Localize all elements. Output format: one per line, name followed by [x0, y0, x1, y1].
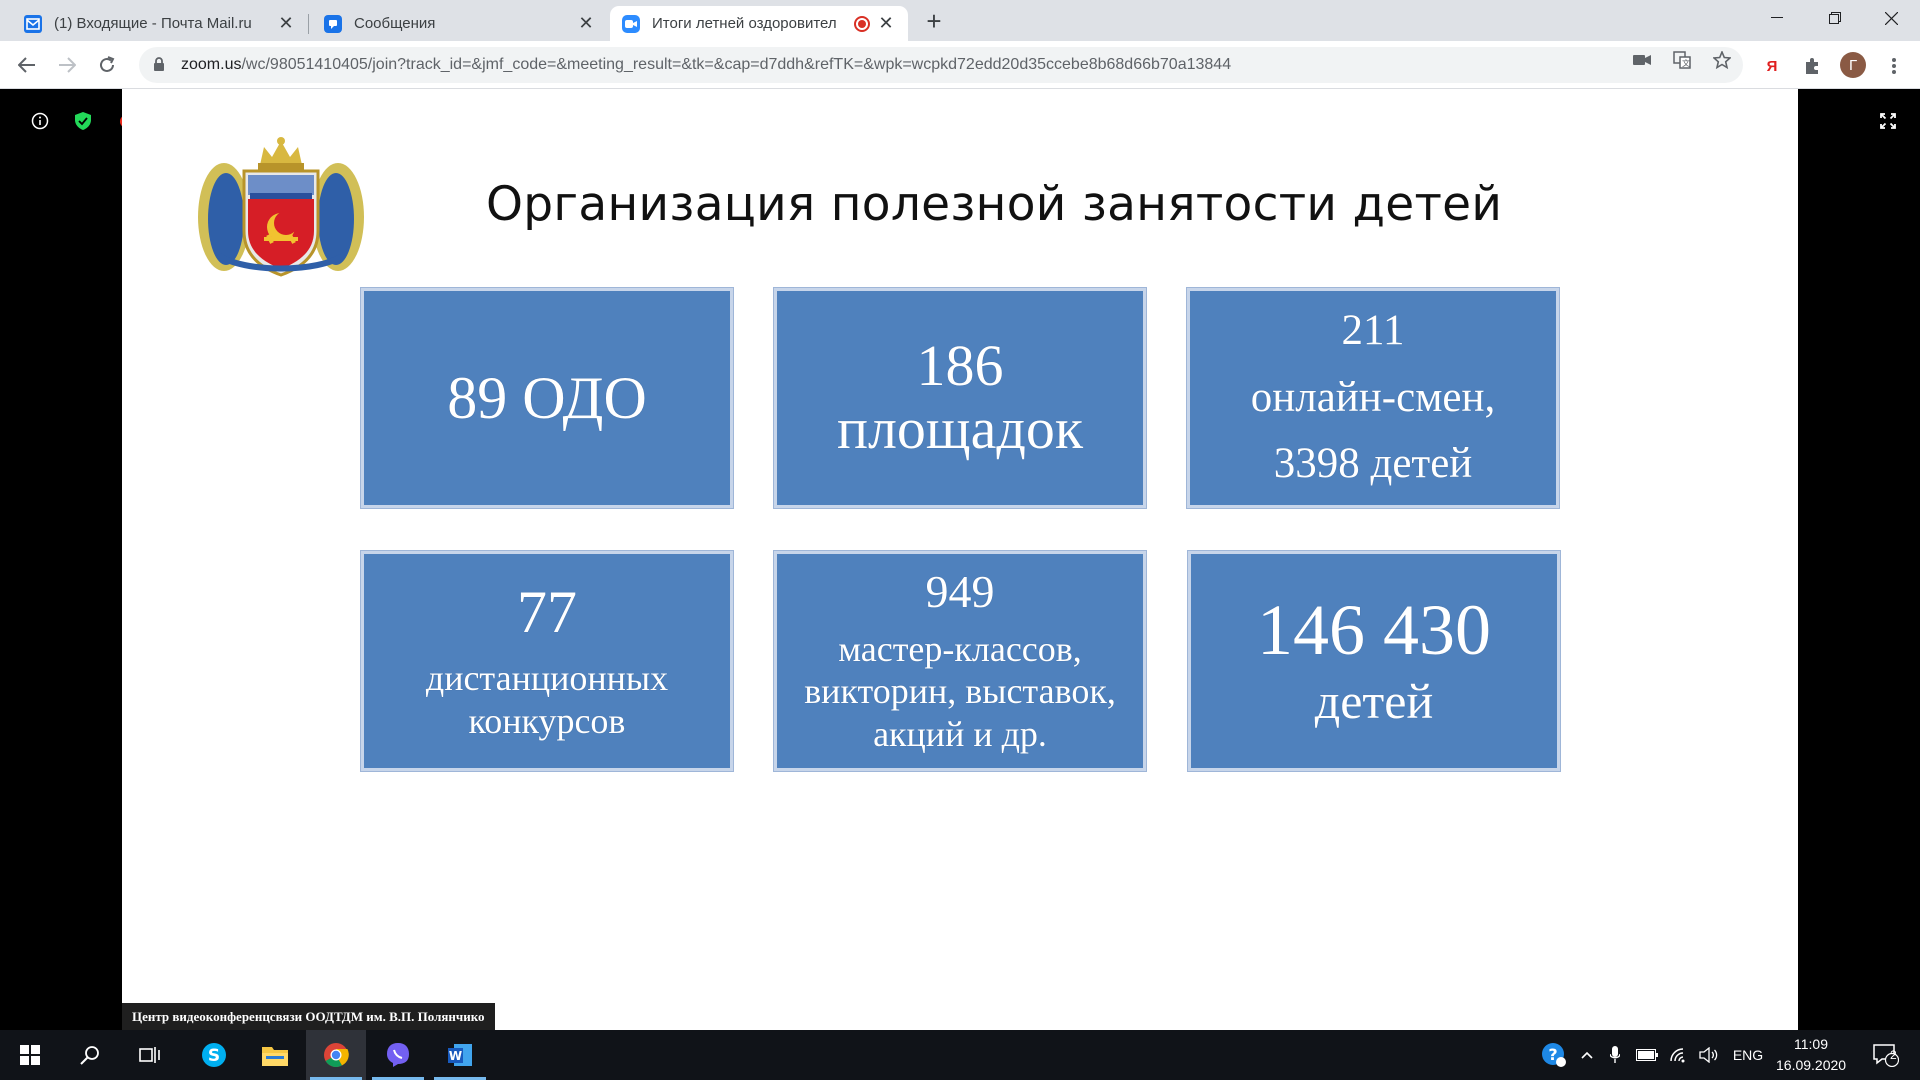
tab-title: Итоги летней оздоровител — [652, 15, 837, 32]
zoom-icon — [622, 14, 640, 33]
reload-button[interactable] — [92, 50, 122, 80]
tab-title: Сообщения — [354, 15, 436, 32]
clock-time: 11:09 — [1794, 1036, 1828, 1052]
forward-button[interactable] — [52, 50, 82, 80]
stat-label: онлайн-смен, — [1250, 373, 1496, 421]
translate-icon[interactable]: 文 — [1671, 49, 1693, 71]
windows-taskbar: S W ? ENG 11:09 16.09.2020 2 — [0, 1030, 1920, 1080]
coat-of-arms-emblem — [198, 137, 364, 277]
battery-icon[interactable] — [1634, 1030, 1660, 1080]
stat-label: акций и др. — [873, 713, 1047, 754]
search-icon[interactable] — [60, 1030, 120, 1080]
close-icon[interactable]: ✕ — [576, 13, 596, 34]
minimize-button[interactable] — [1748, 0, 1806, 36]
url-path: /wc/98051410405/join?track_id=&jmf_code=… — [241, 56, 1232, 73]
yandex-extension-icon[interactable]: Я — [1760, 54, 1784, 78]
microphone-icon[interactable] — [1604, 1030, 1626, 1080]
task-view-icon[interactable] — [120, 1030, 180, 1080]
notification-center-icon[interactable]: 2 — [1864, 1030, 1908, 1080]
tab-messages[interactable]: Сообщения ✕ — [312, 6, 608, 41]
svg-text:文: 文 — [1682, 58, 1690, 68]
stat-label: конкурсов — [468, 701, 626, 741]
stat-label: площадок — [836, 396, 1084, 461]
stat-value: 146 430 — [1257, 590, 1491, 671]
restore-button[interactable] — [1806, 0, 1864, 36]
participant-name-caption: Центр видеоконференцсвязи ООДТДМ им. В.П… — [122, 1003, 495, 1030]
clock-date: 16.09.2020 — [1776, 1057, 1847, 1073]
show-hidden-icons-chevron[interactable] — [1576, 1030, 1598, 1080]
stat-label: 3398 детей — [1273, 440, 1473, 488]
stat-card: 146 430 детей — [1187, 550, 1561, 772]
stat-label: детей — [1314, 672, 1434, 729]
chat-icon — [324, 14, 342, 33]
stat-value: 186 — [916, 333, 1004, 399]
star-icon[interactable] — [1711, 49, 1733, 71]
url-host: zoom.us — [181, 56, 242, 73]
stat-label: дистанционных — [425, 657, 669, 698]
network-icon[interactable] — [1666, 1030, 1692, 1080]
fullscreen-icon[interactable] — [1876, 111, 1900, 131]
file-explorer-icon[interactable] — [245, 1030, 305, 1080]
word-icon[interactable]: W — [430, 1030, 490, 1080]
info-icon[interactable] — [28, 111, 52, 131]
mail-icon — [24, 14, 42, 33]
stat-value: 211 — [1341, 307, 1405, 355]
stat-label: викторин, выставок, — [804, 671, 1116, 712]
stat-card: 186 площадок — [773, 287, 1147, 509]
volume-icon[interactable] — [1696, 1030, 1722, 1080]
close-icon[interactable]: ✕ — [276, 13, 296, 34]
shield-icon[interactable] — [71, 111, 95, 131]
viber-icon[interactable] — [368, 1030, 428, 1080]
close-icon[interactable]: ✕ — [876, 13, 896, 34]
browser-tab-strip: (1) Входящие - Почта Mail.ru ✕ Сообщения… — [0, 0, 1920, 41]
profile-avatar[interactable]: Г — [1840, 52, 1866, 78]
lock-icon[interactable] — [153, 57, 167, 73]
skype-icon[interactable]: S — [184, 1030, 244, 1080]
zoom-meeting-viewport: Организация полезной занятости детей 89 … — [0, 89, 1920, 1030]
menu-icon[interactable] — [1882, 54, 1906, 78]
shared-slide: Организация полезной занятости детей 89 … — [122, 89, 1798, 1030]
address-bar[interactable]: zoom.us/wc/98051410405/join?track_id=&jm… — [139, 47, 1743, 83]
stat-value: 949 — [925, 566, 995, 617]
extensions-icon[interactable] — [1800, 54, 1824, 78]
stat-card: 211 онлайн-смен, 3398 детей — [1186, 287, 1560, 509]
stat-card: 949 мастер-классов, викторин, выставок, … — [773, 550, 1147, 772]
stat-value: 77 — [517, 578, 577, 645]
tab-zoom-meeting[interactable]: Итоги летней оздоровител ✕ — [610, 6, 908, 41]
slide-title: Организация полезной занятости детей — [486, 177, 1503, 232]
close-window-button[interactable] — [1862, 0, 1920, 36]
tab-separator — [308, 14, 309, 34]
tab-mail[interactable]: (1) Входящие - Почта Mail.ru ✕ — [12, 6, 309, 41]
svg-text:W: W — [449, 1049, 462, 1063]
stat-value: 89 ОДО — [447, 365, 647, 431]
tab-title: (1) Входящие - Почта Mail.ru — [54, 15, 252, 32]
stat-card: 77 дистанционных конкурсов — [360, 550, 734, 772]
recording-icon — [854, 15, 870, 32]
language-indicator[interactable]: ENG — [1728, 1030, 1768, 1080]
help-icon[interactable]: ? — [1538, 1030, 1570, 1080]
new-tab-button[interactable]: + — [920, 8, 948, 36]
start-button[interactable] — [0, 1030, 60, 1080]
back-button[interactable] — [12, 50, 42, 80]
chrome-icon[interactable] — [306, 1030, 366, 1080]
stat-label: мастер-классов, — [838, 628, 1082, 669]
system-clock[interactable]: 11:09 16.09.2020 — [1776, 1034, 1846, 1076]
browser-toolbar: zoom.us/wc/98051410405/join?track_id=&jm… — [0, 41, 1920, 89]
svg-text:S: S — [208, 1046, 220, 1066]
notification-count: 2 — [1890, 1048, 1897, 1062]
url-text[interactable]: zoom.us/wc/98051410405/join?track_id=&jm… — [181, 56, 1231, 74]
stat-card: 89 ОДО — [360, 287, 734, 509]
camera-icon[interactable] — [1631, 49, 1653, 71]
